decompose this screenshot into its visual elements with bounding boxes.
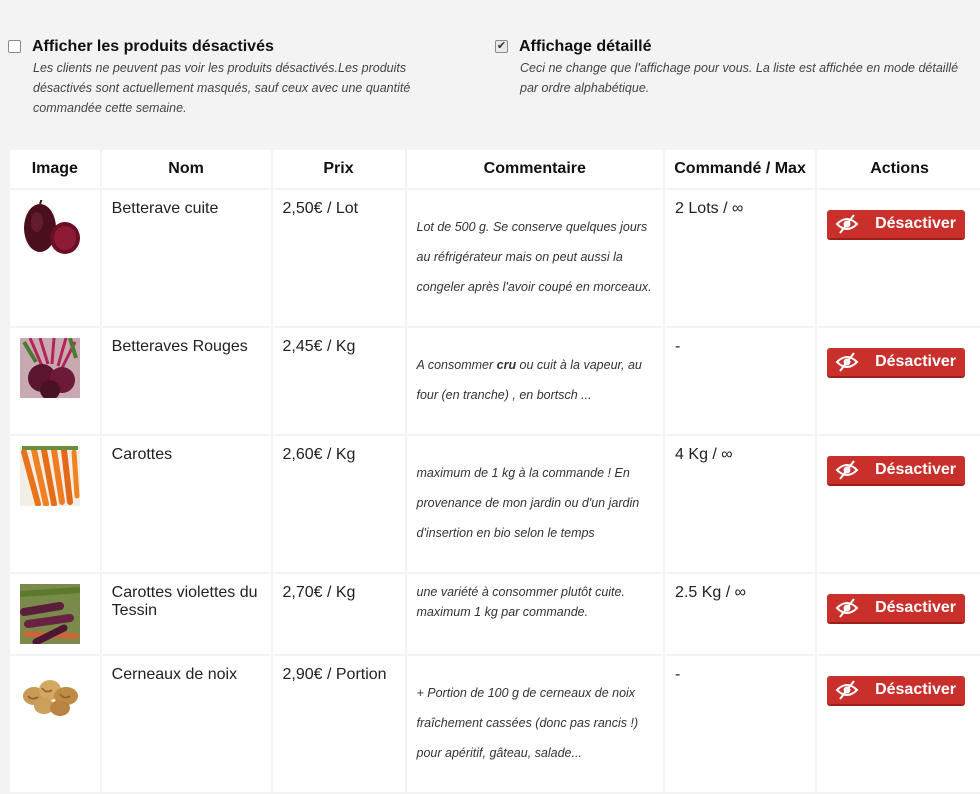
product-price: 2,90€ / Portion	[272, 656, 405, 794]
products-table: Image Nom Prix Commentaire Commandé / Ma…	[8, 150, 980, 794]
product-price: 2,45€ / Kg	[272, 328, 405, 436]
product-ordered-max: 4 Kg / ∞	[665, 436, 816, 574]
detailed-view-checkbox[interactable]: ✔	[495, 40, 508, 53]
option-detailed-view: ✔ Affichage détaillé Ceci ne change que …	[495, 38, 975, 98]
product-name: Cerneaux de noix	[101, 656, 271, 794]
product-price: 2,50€ / Lot	[272, 190, 405, 328]
product-actions: Désactiver	[817, 656, 980, 794]
table-row: Carottes 2,60€ / Kg maximum de 1 kg à la…	[10, 436, 980, 574]
product-actions: Désactiver	[817, 436, 980, 574]
product-image-cell	[10, 574, 100, 656]
product-ordered-max: -	[665, 656, 816, 794]
deactivate-button[interactable]: Désactiver	[827, 348, 966, 378]
header-ordered-max: Commandé / Max	[665, 150, 816, 190]
product-comment: maximum de 1 kg à la commande ! En prove…	[406, 436, 664, 574]
option-show-inactive: Afficher les produits désactivés Les cli…	[8, 38, 428, 118]
product-actions: Désactiver	[817, 190, 980, 328]
product-comment: Lot de 500 g. Se conserve quelques jours…	[406, 190, 664, 328]
deactivate-label: Désactiver	[875, 215, 957, 232]
deactivate-label: Désactiver	[875, 599, 957, 616]
deactivate-label: Désactiver	[875, 681, 957, 698]
show-inactive-description: Les clients ne peuvent pas voir les prod…	[33, 61, 411, 115]
walnut-kernels-photo	[20, 666, 80, 726]
eye-slash-icon	[835, 352, 859, 372]
header-image: Image	[10, 150, 100, 190]
product-name: Carottes violettes du Tessin	[101, 574, 271, 656]
purple-carrots-photo	[20, 584, 80, 644]
display-options: Afficher les produits désactivés Les cli…	[0, 0, 980, 150]
eye-slash-icon	[835, 680, 859, 700]
product-comment: A consommer cru ou cuit à la vapeur, au …	[406, 328, 664, 436]
deactivate-button[interactable]: Désactiver	[827, 210, 966, 240]
header-comment: Commentaire	[406, 150, 664, 190]
product-price: 2,60€ / Kg	[272, 436, 405, 574]
table-row: Carottes violettes du Tessin 2,70€ / Kg …	[10, 574, 980, 656]
header-name: Nom	[101, 150, 271, 190]
product-image-cell	[10, 328, 100, 436]
table-header-row: Image Nom Prix Commentaire Commandé / Ma…	[10, 150, 980, 190]
carrots-photo	[20, 446, 80, 506]
beetroot-cooked-photo	[20, 200, 80, 260]
product-ordered-max: 2.5 Kg / ∞	[665, 574, 816, 656]
header-actions: Actions	[817, 150, 980, 190]
red-beets-photo	[20, 338, 80, 398]
table-row: Cerneaux de noix 2,90€ / Portion + Porti…	[10, 656, 980, 794]
product-comment: + Portion de 100 g de cerneaux de noix f…	[406, 656, 664, 794]
eye-slash-icon	[835, 460, 859, 480]
deactivate-button[interactable]: Désactiver	[827, 594, 966, 624]
product-ordered-max: -	[665, 328, 816, 436]
product-price: 2,70€ / Kg	[272, 574, 405, 656]
eye-slash-icon	[835, 214, 859, 234]
detailed-view-label[interactable]: Affichage détaillé	[519, 38, 651, 56]
product-ordered-max: 2 Lots / ∞	[665, 190, 816, 328]
deactivate-label: Désactiver	[875, 461, 957, 478]
product-actions: Désactiver	[817, 574, 980, 656]
product-image-cell	[10, 190, 100, 328]
table-row: Betterave cuite 2,50€ / Lot Lot de 500 g…	[10, 190, 980, 328]
deactivate-label: Désactiver	[875, 353, 957, 370]
header-price: Prix	[272, 150, 405, 190]
deactivate-button[interactable]: Désactiver	[827, 676, 966, 706]
deactivate-button[interactable]: Désactiver	[827, 456, 966, 486]
table-row: Betteraves Rouges 2,45€ / Kg A consommer…	[10, 328, 980, 436]
detailed-view-description: Ceci ne change que l'affichage pour vous…	[520, 61, 959, 95]
product-name: Carottes	[101, 436, 271, 574]
product-actions: Désactiver	[817, 328, 980, 436]
product-name: Betteraves Rouges	[101, 328, 271, 436]
eye-slash-icon	[835, 598, 859, 618]
show-inactive-checkbox[interactable]	[8, 40, 21, 53]
product-image-cell	[10, 436, 100, 574]
product-comment: une variété à consommer plutôt cuite. ma…	[406, 574, 664, 656]
product-name: Betterave cuite	[101, 190, 271, 328]
product-image-cell	[10, 656, 100, 794]
show-inactive-label[interactable]: Afficher les produits désactivés	[32, 38, 274, 56]
